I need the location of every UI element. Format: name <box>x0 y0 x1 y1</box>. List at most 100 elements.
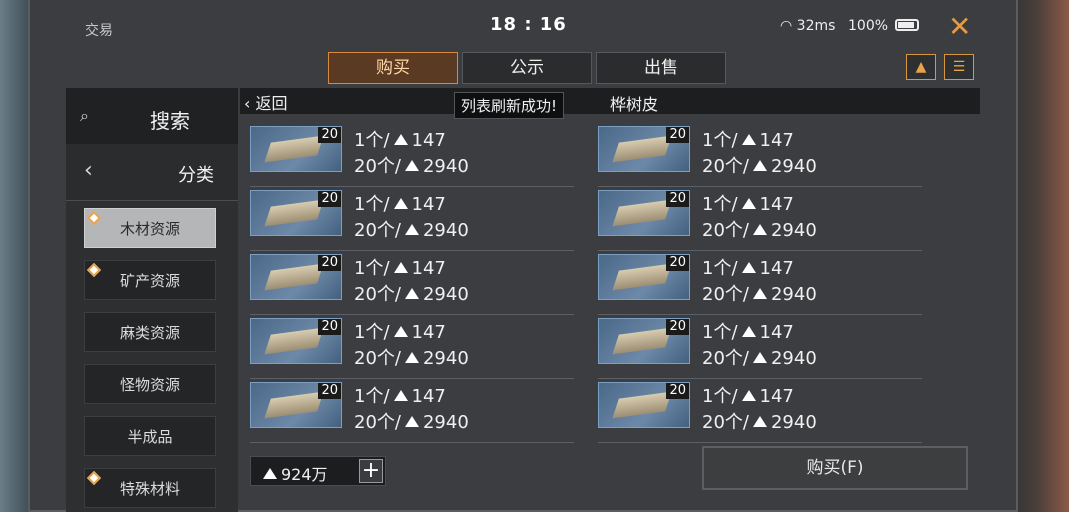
tab-bar: 购买 公示 出售 <box>328 52 726 84</box>
currency-icon <box>393 390 408 401</box>
sidebar-item-label: 木材资源 <box>119 220 180 238</box>
listing-item[interactable]: 20 1个/147 20个/2940 <box>250 382 574 443</box>
sidebar-item-label: 麻类资源 <box>119 324 180 342</box>
trade-panel: 交易 18 : 16 ◠ 32ms 100% ✕ 购买 公示 出售 ▲ ☰ ⌕ … <box>28 0 1018 512</box>
currency-icon <box>741 134 756 145</box>
search-button[interactable]: ⌕ 搜索 <box>66 88 238 145</box>
currency-icon <box>404 288 419 299</box>
item-thumbnail: 20 <box>250 190 342 236</box>
item-quantity: 20 <box>666 255 689 271</box>
category-header: ‹ 返回 桦树皮 列表刷新成功! <box>240 88 980 119</box>
listing-item[interactable]: 20 1个/147 20个/2940 <box>250 318 574 379</box>
unit-price: 1个/147 <box>354 386 446 407</box>
search-icon: ⌕ <box>80 106 89 125</box>
notes-icon[interactable]: ☰ <box>944 54 974 80</box>
unit-price: 1个/147 <box>702 386 794 407</box>
stack-price: 20个/2940 <box>354 284 469 305</box>
item-thumbnail: 20 <box>250 382 342 428</box>
new-marker-icon <box>86 262 102 278</box>
unit-price: 1个/147 <box>354 322 446 343</box>
listing-item[interactable]: 20 1个/147 20个/2940 <box>598 318 922 379</box>
listing-item[interactable]: 20 1个/147 20个/2940 <box>250 190 574 251</box>
category-label: 分类 <box>178 165 214 186</box>
currency-icon <box>741 198 756 209</box>
network-latency: ◠ 32ms <box>780 18 835 34</box>
balance-value: 924万 <box>259 461 328 485</box>
unit-price: 1个/147 <box>354 194 446 215</box>
sidebar-item-label: 半成品 <box>127 428 173 446</box>
stack-price: 20个/2940 <box>354 348 469 369</box>
item-quantity: 20 <box>666 191 689 207</box>
back-button[interactable]: ‹ 返回 <box>244 90 288 114</box>
item-quantity: 20 <box>318 127 341 143</box>
close-icon[interactable]: ✕ <box>948 10 971 43</box>
currency-icon <box>404 160 419 171</box>
item-quantity: 20 <box>666 127 689 143</box>
stack-price: 20个/2940 <box>702 284 817 305</box>
clock: 18 : 16 <box>490 14 567 35</box>
listing-item[interactable]: 20 1个/147 20个/2940 <box>250 254 574 315</box>
battery-level: 100% <box>848 18 889 34</box>
stack-price: 20个/2940 <box>702 412 817 433</box>
listing-item[interactable]: 20 1个/147 20个/2940 <box>598 190 922 251</box>
listing-item[interactable]: 20 1个/147 20个/2940 <box>250 126 574 187</box>
currency-icon <box>752 288 767 299</box>
item-quantity: 20 <box>318 255 341 271</box>
add-currency-button[interactable]: + <box>359 459 383 483</box>
listing-item[interactable]: 20 1个/147 20个/2940 <box>598 254 922 315</box>
currency-balance: 924万 + <box>250 456 386 486</box>
currency-icon <box>393 326 408 337</box>
market-main: ‹ 返回 桦树皮 列表刷新成功! 20 1个/147 20个/2940 20 1… <box>240 88 980 512</box>
item-thumbnail: 20 <box>598 382 690 428</box>
item-quantity: 20 <box>318 383 341 399</box>
item-quantity: 20 <box>318 319 341 335</box>
item-thumbnail: 20 <box>598 190 690 236</box>
item-quantity: 20 <box>666 319 689 335</box>
sidebar-item-special[interactable]: 特殊材料 <box>84 468 216 508</box>
currency-icon <box>404 416 419 427</box>
new-marker-icon <box>86 470 102 486</box>
new-marker-icon <box>86 210 102 226</box>
stack-price: 20个/2940 <box>702 156 817 177</box>
search-label: 搜索 <box>150 109 190 133</box>
sidebar-item-semi-finished[interactable]: 半成品 <box>84 416 216 456</box>
status-bar: 交易 18 : 16 ◠ 32ms 100% ✕ <box>30 0 1016 48</box>
sidebar: ⌕ 搜索 ‹ 分类 木材资源 矿产资源 麻类资源 怪物资源 半成品 特殊材料 <box>66 88 238 512</box>
sidebar-item-mineral[interactable]: 矿产资源 <box>84 260 216 300</box>
item-quantity: 20 <box>666 383 689 399</box>
currency-icon <box>263 468 277 479</box>
currency-icon <box>393 198 408 209</box>
currency-icon <box>752 352 767 363</box>
unit-price: 1个/147 <box>354 130 446 151</box>
currency-icon <box>741 326 756 337</box>
tab-buy[interactable]: 购买 <box>328 52 458 84</box>
back-label: 返回 <box>255 94 288 113</box>
currency-icon <box>393 262 408 273</box>
battery-icon <box>895 19 919 31</box>
stack-price: 20个/2940 <box>702 348 817 369</box>
tab-announce[interactable]: 公示 <box>462 52 592 84</box>
item-thumbnail: 20 <box>598 254 690 300</box>
unit-price: 1个/147 <box>354 258 446 279</box>
unit-price: 1个/147 <box>702 322 794 343</box>
sidebar-item-label: 怪物资源 <box>119 376 180 394</box>
listing-item[interactable]: 20 1个/147 20个/2940 <box>598 382 922 443</box>
item-thumbnail: 20 <box>250 126 342 172</box>
currency-icon <box>393 134 408 145</box>
wifi-icon: ◠ <box>780 18 793 34</box>
hierarchy-icon[interactable]: ▲ <box>906 54 936 80</box>
unit-price: 1个/147 <box>702 130 794 151</box>
currency-icon <box>741 262 756 273</box>
category-title: 桦树皮 <box>610 95 659 114</box>
tab-sell[interactable]: 出售 <box>596 52 726 84</box>
currency-icon <box>404 352 419 363</box>
sidebar-item-label: 矿产资源 <box>119 272 180 290</box>
sidebar-item-wood[interactable]: 木材资源 <box>84 208 216 248</box>
category-button[interactable]: ‹ 分类 <box>66 144 238 201</box>
unit-price: 1个/147 <box>702 194 794 215</box>
buy-button[interactable]: 购买(F) <box>702 446 968 490</box>
sidebar-item-fiber[interactable]: 麻类资源 <box>84 312 216 352</box>
sidebar-item-monster[interactable]: 怪物资源 <box>84 364 216 404</box>
currency-icon <box>752 416 767 427</box>
listing-item[interactable]: 20 1个/147 20个/2940 <box>598 126 922 187</box>
